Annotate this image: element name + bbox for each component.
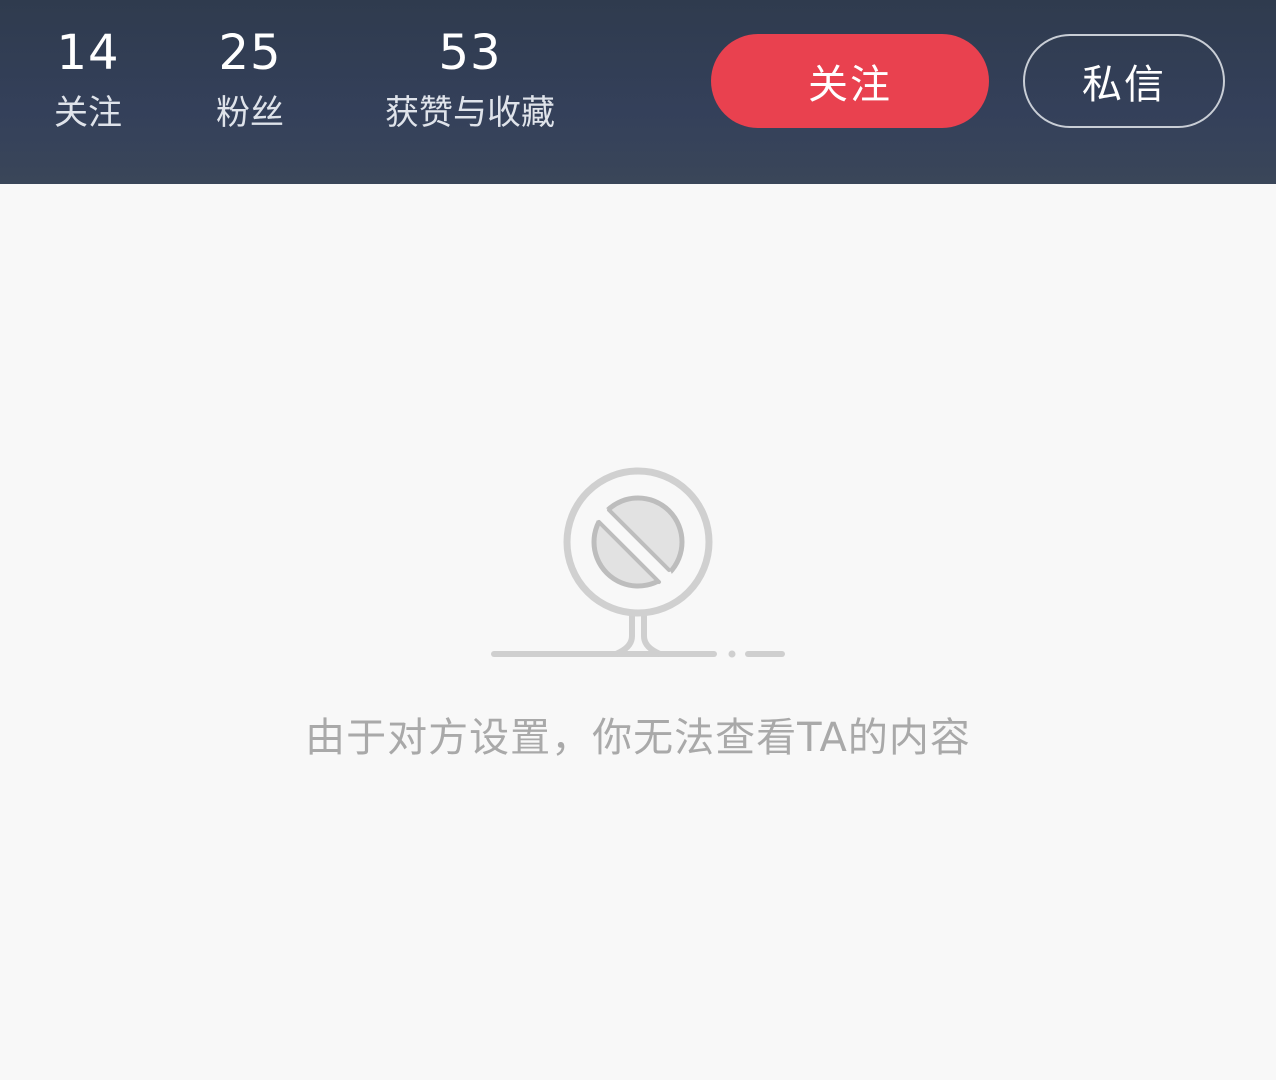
stat-following[interactable]: 14 关注 [38, 24, 138, 138]
following-label: 关注 [54, 93, 122, 133]
fans-label: 粉丝 [216, 93, 284, 133]
message-button[interactable]: 私信 [1023, 34, 1225, 128]
blocked-sign-icon [486, 460, 790, 670]
likes-count: 53 [438, 25, 502, 81]
fans-count: 25 [218, 25, 282, 81]
follow-button[interactable]: 关注 [711, 34, 989, 128]
profile-header: 14 关注 25 粉丝 53 获赞与收藏 关注 私信 [0, 0, 1276, 184]
empty-state-message: 由于对方设置，你无法查看TA的内容 [305, 715, 971, 761]
stat-likes-and-collections[interactable]: 53 获赞与收藏 [372, 24, 568, 138]
following-count: 14 [56, 25, 120, 81]
likes-label: 获赞与收藏 [385, 93, 555, 133]
stat-fans[interactable]: 25 粉丝 [200, 24, 300, 138]
